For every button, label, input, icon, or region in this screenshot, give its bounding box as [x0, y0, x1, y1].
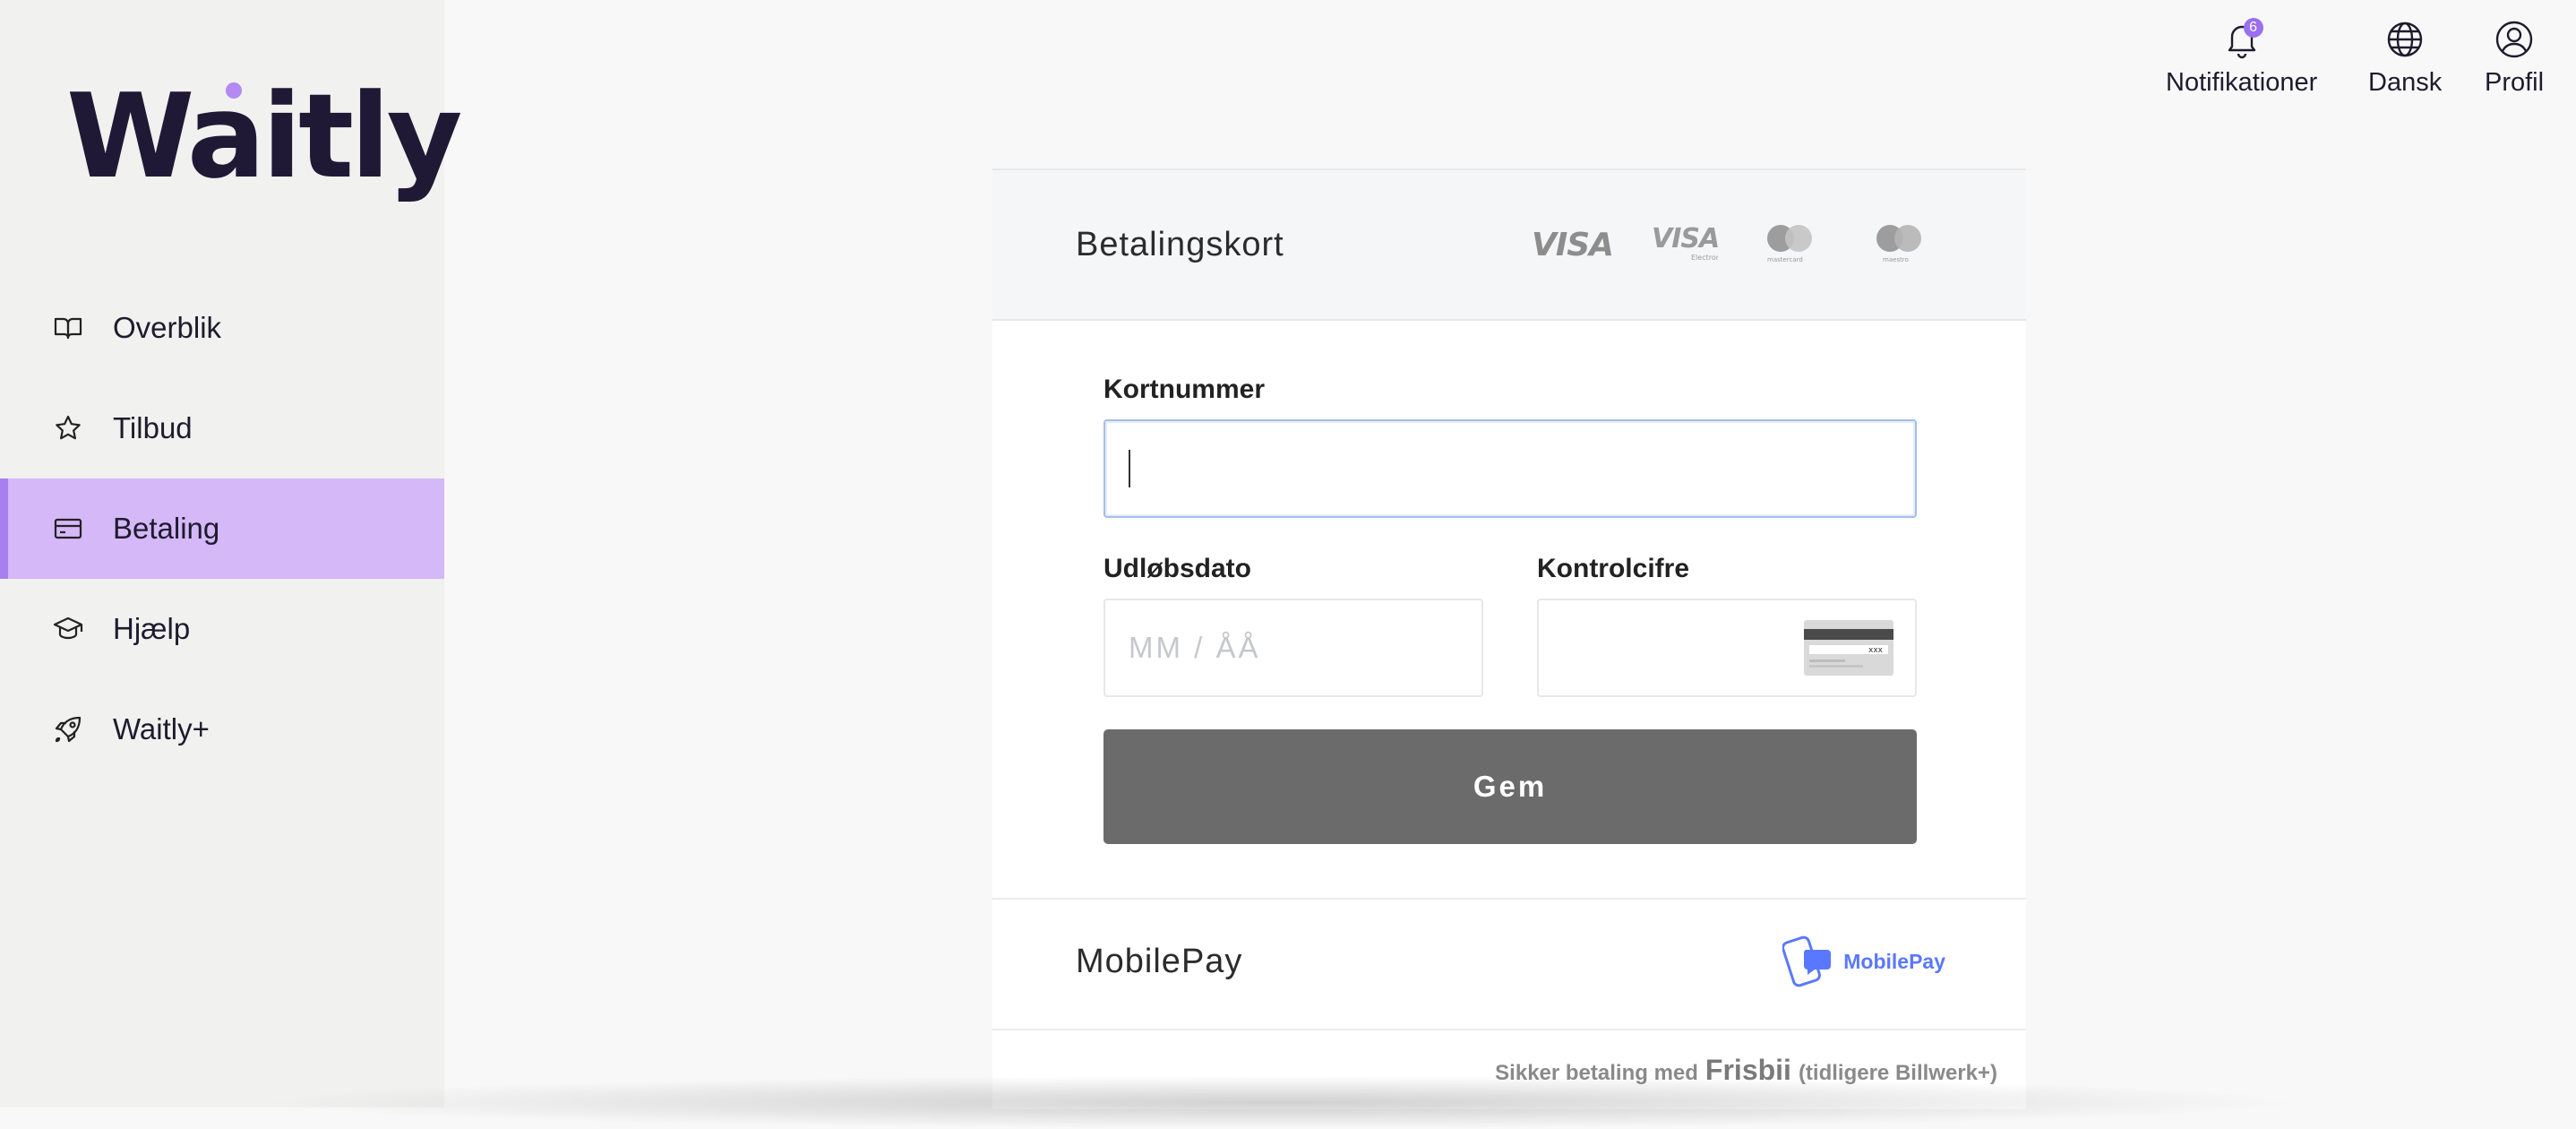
notifications-label: Notifikationer — [2166, 68, 2318, 97]
expiry-label: Udløbsdato — [1103, 554, 1251, 583]
logo-dot — [226, 82, 242, 99]
profile-button[interactable]: Profil — [2485, 20, 2544, 98]
profile-label: Profil — [2485, 68, 2545, 97]
graduation-cap-icon — [52, 613, 84, 645]
sidebar-item-betaling[interactable]: Betaling — [0, 478, 444, 579]
globe-icon — [2385, 20, 2425, 59]
card-number-label: Kortnummer — [1103, 375, 1266, 404]
bottom-shadow — [251, 1075, 2311, 1129]
bell-icon: 6 — [2222, 18, 2263, 59]
mobilepay-logo: MobilePay — [1782, 934, 1945, 989]
expiry-cvc-row: Udløbsdato MM / ÅÅ Kontrolcifre xxx — [1103, 554, 1917, 697]
cvc-input[interactable]: xxx — [1537, 599, 1917, 697]
language-button[interactable]: Dansk — [2368, 20, 2442, 98]
sidebar-nav: Overblik Tilbud Betaling Hjælp Waitly+ — [0, 278, 444, 780]
sidebar-item-label: Hjælp — [113, 612, 191, 645]
svg-text:maestro: maestro — [1883, 256, 1909, 263]
svg-text:VISA: VISA — [1532, 227, 1613, 262]
star-icon — [52, 412, 84, 444]
visa-logo-icon: VISA — [1530, 226, 1616, 266]
visa-electron-logo-icon: VISA Electron — [1650, 223, 1721, 268]
expiry-group: Udløbsdato MM / ÅÅ — [1103, 554, 1483, 697]
svg-text:Electron: Electron — [1691, 254, 1718, 262]
sidebar: Waitly Overblik Tilbud Betaling Hjælp Wa… — [0, 0, 462, 1107]
sidebar-item-overblik[interactable]: Overblik — [0, 278, 444, 378]
cvc-hint: xxx — [1868, 646, 1884, 655]
sidebar-item-label: Overblik — [113, 311, 222, 344]
language-label: Dansk — [2368, 68, 2443, 97]
sidebar-item-label: Tilbud — [113, 411, 193, 444]
card-number-input[interactable] — [1103, 419, 1917, 518]
notification-count-badge: 6 — [2243, 18, 2263, 38]
payment-panel: Betalingskort VISA VISA Electron masterca… — [992, 168, 2026, 1109]
card-section-header[interactable]: Betalingskort VISA VISA Electron masterca… — [992, 170, 2026, 321]
maestro-logo-icon: maestro — [1861, 222, 1936, 270]
user-circle-icon — [2494, 20, 2534, 59]
rocket-icon — [52, 713, 84, 745]
svg-text:VISA: VISA — [1652, 224, 1718, 254]
text-caret — [1129, 450, 1130, 487]
sidebar-item-waitly-plus[interactable]: Waitly+ — [0, 679, 444, 780]
save-button[interactable]: Gem — [1103, 729, 1917, 844]
card-form: Kortnummer Udløbsdato MM / ÅÅ Kontrolcif… — [1103, 375, 1917, 844]
book-icon — [52, 312, 84, 344]
sidebar-item-label: Waitly+ — [113, 712, 210, 745]
logo-text: Waitly — [66, 68, 462, 204]
cvc-label: Kontrolcifre — [1537, 554, 1690, 583]
mastercard-logo-icon: mastercard — [1752, 222, 1827, 270]
mobilepay-phone-icon — [1782, 935, 1832, 987]
notifications-button[interactable]: 6 Notifikationer — [2166, 18, 2318, 98]
mobilepay-logo-text: MobilePay — [1843, 949, 1945, 973]
expiry-placeholder: MM / ÅÅ — [1129, 631, 1261, 664]
expiry-input[interactable]: MM / ÅÅ — [1103, 599, 1483, 697]
sidebar-item-label: Betaling — [113, 512, 220, 545]
card-back-icon: xxx — [1804, 620, 1893, 680]
waitly-logo[interactable]: Waitly — [66, 73, 462, 199]
sidebar-item-hjaelp[interactable]: Hjælp — [0, 579, 444, 679]
sidebar-item-tilbud[interactable]: Tilbud — [0, 378, 444, 478]
svg-text:mastercard: mastercard — [1767, 256, 1803, 263]
credit-card-icon — [52, 513, 84, 545]
cvc-group: Kontrolcifre xxx — [1537, 554, 1917, 697]
card-brands: VISA VISA Electron mastercard maestro — [1530, 222, 1936, 270]
mobilepay-option[interactable]: MobilePay MobilePay — [992, 898, 2026, 1030]
mobilepay-title: MobilePay — [1076, 943, 1243, 980]
card-section-title: Betalingskort — [1076, 226, 1284, 263]
